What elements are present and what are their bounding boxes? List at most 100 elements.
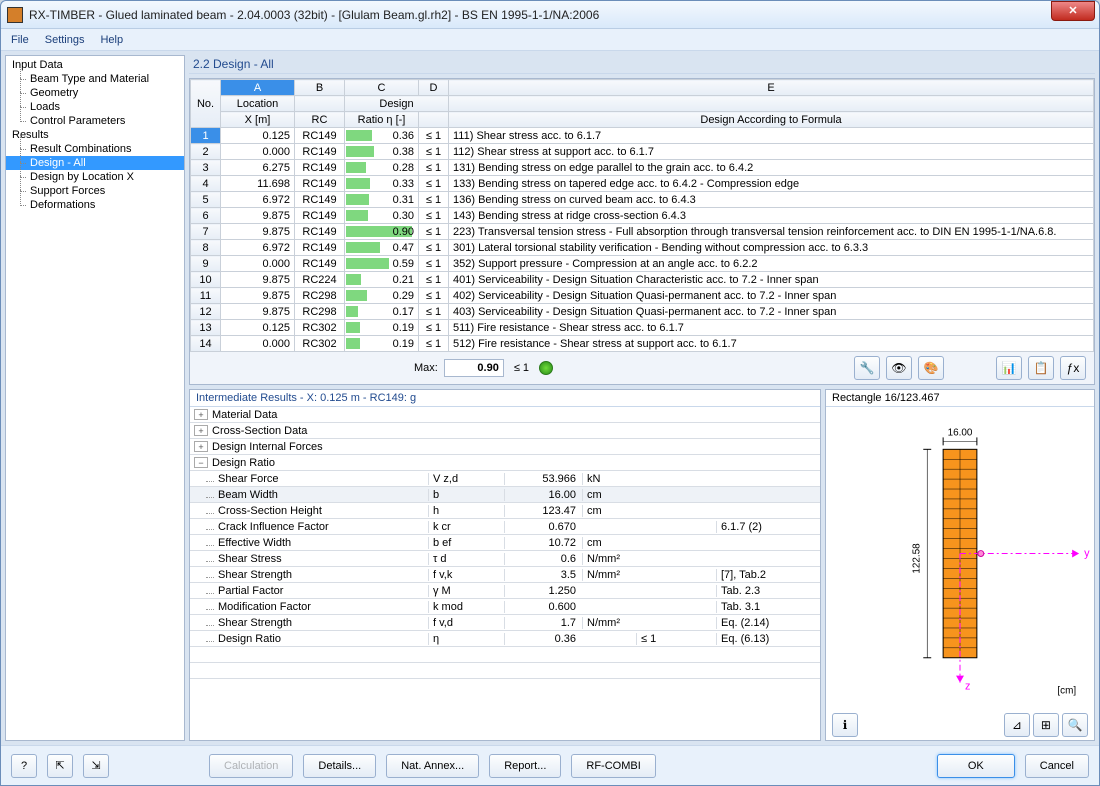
- nat-annex-button[interactable]: Nat. Annex...: [386, 754, 479, 778]
- width-label: 16.00: [948, 427, 973, 438]
- tree-design-by-location[interactable]: Design by Location X: [6, 170, 184, 184]
- hdr-desc: Design According to Formula: [449, 112, 1094, 128]
- detail-row[interactable]: Beam Widthb16.00cm: [190, 487, 820, 503]
- cancel-button[interactable]: Cancel: [1025, 754, 1089, 778]
- axis-icon[interactable]: ⊿: [1004, 713, 1030, 737]
- detail-row[interactable]: Shear Strengthf v,k3.5N/mm²[7], Tab.2: [190, 567, 820, 583]
- detail-row[interactable]: Shear ForceV z,d53.966kN: [190, 471, 820, 487]
- hdr-x: X [m]: [221, 112, 295, 128]
- sidebar-tree: Input Data Beam Type and Material Geomet…: [5, 55, 185, 741]
- col-no[interactable]: No.: [191, 80, 221, 128]
- table-row[interactable]: 79.875RC1490.90≤ 1223) Transversal tensi…: [191, 224, 1094, 240]
- detail-row[interactable]: Modification Factork mod0.600Tab. 3.1: [190, 599, 820, 615]
- col-letter-b[interactable]: B: [295, 80, 345, 96]
- table-row[interactable]: 56.972RC1490.31≤ 1136) Bending stress on…: [191, 192, 1094, 208]
- menu-settings[interactable]: Settings: [45, 34, 85, 46]
- tree-result-combinations[interactable]: Result Combinations: [6, 142, 184, 156]
- tree-control-parameters[interactable]: Control Parameters: [6, 114, 184, 128]
- tree-geometry[interactable]: Geometry: [6, 86, 184, 100]
- table-row[interactable]: 129.875RC2980.17≤ 1403) Serviceability -…: [191, 304, 1094, 320]
- col-letter-e[interactable]: E: [449, 80, 1094, 96]
- max-row: Max: 0.90 ≤ 1 🔧 👁 🎨 📊 📋 ƒx: [190, 352, 1094, 384]
- tree-input-data[interactable]: Input Data: [6, 58, 184, 72]
- detail-row[interactable]: Effective Widthb ef10.72cm: [190, 535, 820, 551]
- status-ok-icon: [539, 361, 553, 375]
- detail-row[interactable]: Shear Strengthf v,d1.7N/mm²Eq. (2.14): [190, 615, 820, 631]
- hdr-location: Location: [221, 96, 295, 112]
- dim-icon[interactable]: ⊞: [1033, 713, 1059, 737]
- tree-beam-type[interactable]: Beam Type and Material: [6, 72, 184, 86]
- tool-export-icon[interactable]: 📊: [996, 356, 1022, 380]
- axis-y-label: y: [1084, 548, 1090, 560]
- zoom-icon[interactable]: 🔍: [1062, 713, 1088, 737]
- tool-list-icon[interactable]: 📋: [1028, 356, 1054, 380]
- table-row[interactable]: 130.125RC3020.19≤ 1511) Fire resistance …: [191, 320, 1094, 336]
- cross-section-preview: Rectangle 16/123.467 16.00: [825, 389, 1095, 741]
- tree-loads[interactable]: Loads: [6, 100, 184, 114]
- details-title: Intermediate Results - X: 0.125 m - RC14…: [190, 390, 820, 407]
- app-icon: [7, 7, 23, 23]
- tool-colors-icon[interactable]: 🎨: [918, 356, 944, 380]
- menu-help[interactable]: Help: [100, 34, 123, 46]
- hdr-ratio: Ratio η [-]: [345, 112, 419, 128]
- table-row[interactable]: 109.875RC2240.21≤ 1401) Serviceability -…: [191, 272, 1094, 288]
- height-label: 122.58: [911, 543, 922, 574]
- export-icon[interactable]: ⇲: [83, 754, 109, 778]
- max-value: 0.90: [444, 359, 504, 377]
- table-row[interactable]: 119.875RC2980.29≤ 1402) Serviceability -…: [191, 288, 1094, 304]
- menubar: File Settings Help: [1, 29, 1099, 51]
- table-row[interactable]: 140.000RC3020.19≤ 1512) Fire resistance …: [191, 336, 1094, 352]
- details-button[interactable]: Details...: [303, 754, 376, 778]
- hdr-cond: [419, 112, 449, 128]
- hdr-blank-b: [295, 96, 345, 112]
- tool-view-icon[interactable]: 👁: [886, 356, 912, 380]
- detail-group[interactable]: +Cross-Section Data: [190, 423, 820, 439]
- max-cond: ≤ 1: [510, 360, 533, 376]
- col-letter-d[interactable]: D: [419, 80, 449, 96]
- table-row: [190, 647, 820, 663]
- info-icon[interactable]: ℹ: [832, 713, 858, 737]
- table-row[interactable]: 69.875RC1490.30≤ 1143) Bending stress at…: [191, 208, 1094, 224]
- table-row[interactable]: 10.125RC1490.36≤ 1111) Shear stress acc.…: [191, 128, 1094, 144]
- table-row[interactable]: 90.000RC1490.59≤ 1352) Support pressure …: [191, 256, 1094, 272]
- detail-row[interactable]: Cross-Section Heighth123.47cm: [190, 503, 820, 519]
- detail-row[interactable]: Shear Stressτ d0.6N/mm²: [190, 551, 820, 567]
- panel-title: 2.2 Design - All: [189, 55, 1095, 74]
- detail-group[interactable]: +Material Data: [190, 407, 820, 423]
- table-row[interactable]: 411.698RC1490.33≤ 1133) Bending stress o…: [191, 176, 1094, 192]
- detail-row[interactable]: Crack Influence Factork cr0.6706.1.7 (2): [190, 519, 820, 535]
- titlebar: RX-TIMBER - Glued laminated beam - 2.04.…: [1, 1, 1099, 29]
- intermediate-results: Intermediate Results - X: 0.125 m - RC14…: [189, 389, 821, 741]
- detail-group[interactable]: +Design Internal Forces: [190, 439, 820, 455]
- hdr-blank-e: [449, 96, 1094, 112]
- calculation-button[interactable]: Calculation: [209, 754, 293, 778]
- menu-file[interactable]: File: [11, 34, 29, 46]
- axis-z-label: z: [965, 681, 970, 693]
- detail-group[interactable]: −Design Ratio: [190, 455, 820, 471]
- preview-title: Rectangle 16/123.467: [826, 390, 1094, 407]
- detail-row[interactable]: Design Ratioη0.36≤ 1Eq. (6.13): [190, 631, 820, 647]
- tree-results[interactable]: Results: [6, 128, 184, 142]
- design-grid: No. A B C D E Location Design: [189, 78, 1095, 385]
- table-row[interactable]: 20.000RC1490.38≤ 1112) Shear stress at s…: [191, 144, 1094, 160]
- table-row[interactable]: 36.275RC1490.28≤ 1131) Bending stress on…: [191, 160, 1094, 176]
- tool-filter-icon[interactable]: 🔧: [854, 356, 880, 380]
- report-button[interactable]: Report...: [489, 754, 561, 778]
- rf-combi-button[interactable]: RF-COMBI: [571, 754, 655, 778]
- hdr-rc: RC: [295, 112, 345, 128]
- detail-row[interactable]: Partial Factorγ M1.250Tab. 2.3: [190, 583, 820, 599]
- tree-support-forces[interactable]: Support Forces: [6, 184, 184, 198]
- table-row: [190, 663, 820, 679]
- tree-deformations[interactable]: Deformations: [6, 198, 184, 212]
- window-title: RX-TIMBER - Glued laminated beam - 2.04.…: [29, 8, 1093, 22]
- col-letter-a[interactable]: A: [221, 80, 295, 96]
- col-letter-c[interactable]: C: [345, 80, 419, 96]
- tool-fx-icon[interactable]: ƒx: [1060, 356, 1086, 380]
- table-row[interactable]: 86.972RC1490.47≤ 1301) Lateral torsional…: [191, 240, 1094, 256]
- close-button[interactable]: ✕: [1051, 1, 1095, 21]
- tree-design-all[interactable]: Design - All: [6, 156, 184, 170]
- import-icon[interactable]: ⇱: [47, 754, 73, 778]
- ok-button[interactable]: OK: [937, 754, 1015, 778]
- help-icon[interactable]: ?: [11, 754, 37, 778]
- footer: ? ⇱ ⇲ Calculation Details... Nat. Annex.…: [1, 745, 1099, 785]
